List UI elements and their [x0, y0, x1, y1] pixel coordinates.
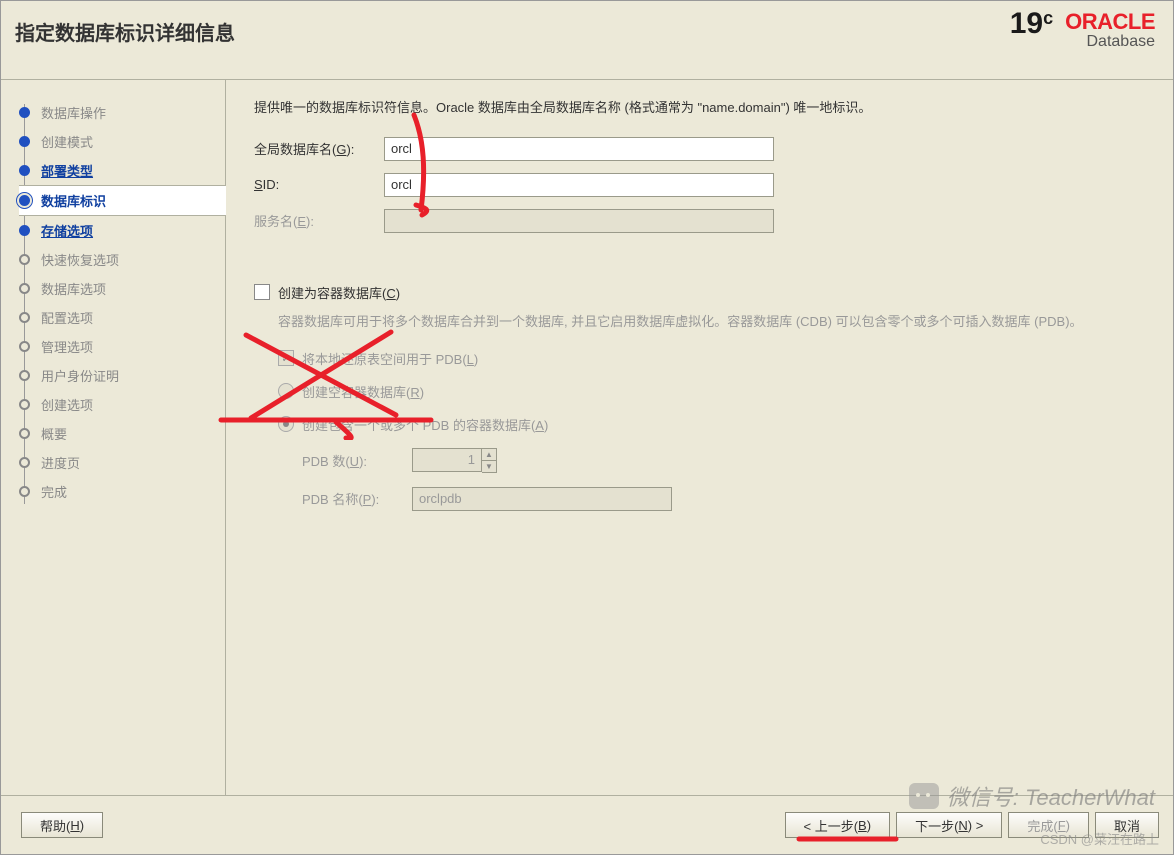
- pdb-name-input: [412, 487, 672, 511]
- help-button[interactable]: 帮助(H): [21, 812, 103, 838]
- step-6: 数据库选项: [19, 274, 225, 303]
- multi-pdb-radio: [278, 416, 294, 432]
- step-dot-icon: [19, 428, 30, 439]
- global-db-label: 全局数据库名(G):: [254, 139, 384, 158]
- service-name-input: [384, 209, 774, 233]
- spin-up-icon: ▲: [482, 449, 496, 461]
- sid-label: SID:: [254, 177, 384, 192]
- step-3: 数据库标识: [19, 185, 226, 216]
- step-dot-icon: [19, 399, 30, 410]
- step-label: 用户身份证明: [41, 366, 119, 385]
- step-label: 配置选项: [41, 308, 93, 327]
- step-dot-icon: [19, 136, 30, 147]
- step-5: 快速恢复选项: [19, 245, 225, 274]
- step-label: 创建模式: [41, 132, 93, 151]
- finish-button: 完成(F): [1008, 812, 1089, 838]
- header: 指定数据库标识详细信息 19c ORACLE Database: [1, 1, 1173, 80]
- pdb-count-label: PDB 数(U):: [302, 451, 412, 470]
- empty-cdb-radio: [278, 383, 294, 399]
- step-0[interactable]: 数据库操作: [19, 98, 225, 127]
- footer: 帮助(H) < 上一步(B) 下一步(N) > 完成(F) 取消: [1, 795, 1173, 854]
- step-label: 进度页: [41, 453, 80, 472]
- local-undo-label: 将本地还原表空间用于 PDB(L): [302, 349, 478, 368]
- back-button[interactable]: < 上一步(B): [785, 812, 891, 838]
- step-dot-icon: [19, 225, 30, 236]
- local-undo-checkbox: [278, 350, 294, 366]
- pdb-name-label: PDB 名称(P):: [302, 489, 412, 508]
- step-label: 创建选项: [41, 395, 93, 414]
- step-dot-icon: [19, 341, 30, 352]
- oracle-logo: 19c ORACLE Database: [1010, 9, 1155, 51]
- step-dot-icon: [19, 370, 30, 381]
- red-mark-icon: [396, 110, 456, 220]
- step-dot-icon: [19, 165, 30, 176]
- steps-sidebar: 数据库操作创建模式部署类型数据库标识存储选项快速恢复选项数据库选项配置选项管理选…: [1, 80, 226, 800]
- step-dot-icon: [19, 312, 30, 323]
- step-label: 数据库选项: [41, 279, 106, 298]
- step-label: 存储选项: [41, 221, 93, 240]
- step-1[interactable]: 创建模式: [19, 127, 225, 156]
- step-2[interactable]: 部署类型: [19, 156, 225, 185]
- step-7: 配置选项: [19, 303, 225, 332]
- step-label: 快速恢复选项: [41, 250, 119, 269]
- step-dot-icon: [19, 486, 30, 497]
- cdb-section: 创建为容器数据库(C) 容器数据库可用于将多个数据库合并到一个数据库, 并且它启…: [254, 283, 1145, 511]
- step-label: 数据库标识: [41, 191, 106, 210]
- spin-down-icon: ▼: [482, 461, 496, 472]
- step-11: 概要: [19, 419, 225, 448]
- step-dot-icon: [19, 195, 30, 206]
- pdb-count-spinner: ▲▼: [412, 448, 497, 473]
- sid-input[interactable]: [384, 173, 774, 197]
- next-button[interactable]: 下一步(N) >: [896, 812, 1002, 838]
- brand-sub: Database: [1065, 33, 1155, 51]
- step-8: 管理选项: [19, 332, 225, 361]
- step-label: 数据库操作: [41, 103, 106, 122]
- create-cdb-checkbox[interactable]: [254, 284, 270, 300]
- step-label: 管理选项: [41, 337, 93, 356]
- intro-text: 提供唯一的数据库标识符信息。Oracle 数据库由全局数据库名称 (格式通常为 …: [254, 98, 1145, 119]
- step-9: 用户身份证明: [19, 361, 225, 390]
- global-db-name-input[interactable]: [384, 137, 774, 161]
- step-10: 创建选项: [19, 390, 225, 419]
- version-badge: 19c: [1010, 9, 1053, 39]
- step-13: 完成: [19, 477, 225, 506]
- cancel-button[interactable]: 取消: [1095, 812, 1159, 838]
- page-title: 指定数据库标识详细信息: [15, 9, 235, 46]
- step-label: 完成: [41, 482, 67, 501]
- step-dot-icon: [19, 254, 30, 265]
- service-name-label: 服务名(E):: [254, 211, 384, 230]
- installer-window: 指定数据库标识详细信息 19c ORACLE Database 数据库操作创建模…: [0, 0, 1174, 855]
- empty-cdb-label: 创建空容器数据库(R): [302, 382, 424, 401]
- body: 数据库操作创建模式部署类型数据库标识存储选项快速恢复选项数据库选项配置选项管理选…: [1, 80, 1173, 800]
- multi-pdb-label: 创建包含一个或多个 PDB 的容器数据库(A): [302, 415, 548, 434]
- step-12: 进度页: [19, 448, 225, 477]
- cdb-description: 容器数据库可用于将多个数据库合并到一个数据库, 并且它启用数据库虚拟化。容器数据…: [278, 312, 1145, 333]
- create-cdb-label: 创建为容器数据库(C): [278, 283, 400, 302]
- step-dot-icon: [19, 283, 30, 294]
- step-dot-icon: [19, 457, 30, 468]
- step-4[interactable]: 存储选项: [19, 216, 225, 245]
- step-label: 概要: [41, 424, 67, 443]
- pdb-count-input: [412, 448, 482, 472]
- step-label: 部署类型: [41, 161, 93, 180]
- brand-text: ORACLE: [1065, 9, 1155, 35]
- content-panel: 提供唯一的数据库标识符信息。Oracle 数据库由全局数据库名称 (格式通常为 …: [226, 80, 1173, 800]
- step-dot-icon: [19, 107, 30, 118]
